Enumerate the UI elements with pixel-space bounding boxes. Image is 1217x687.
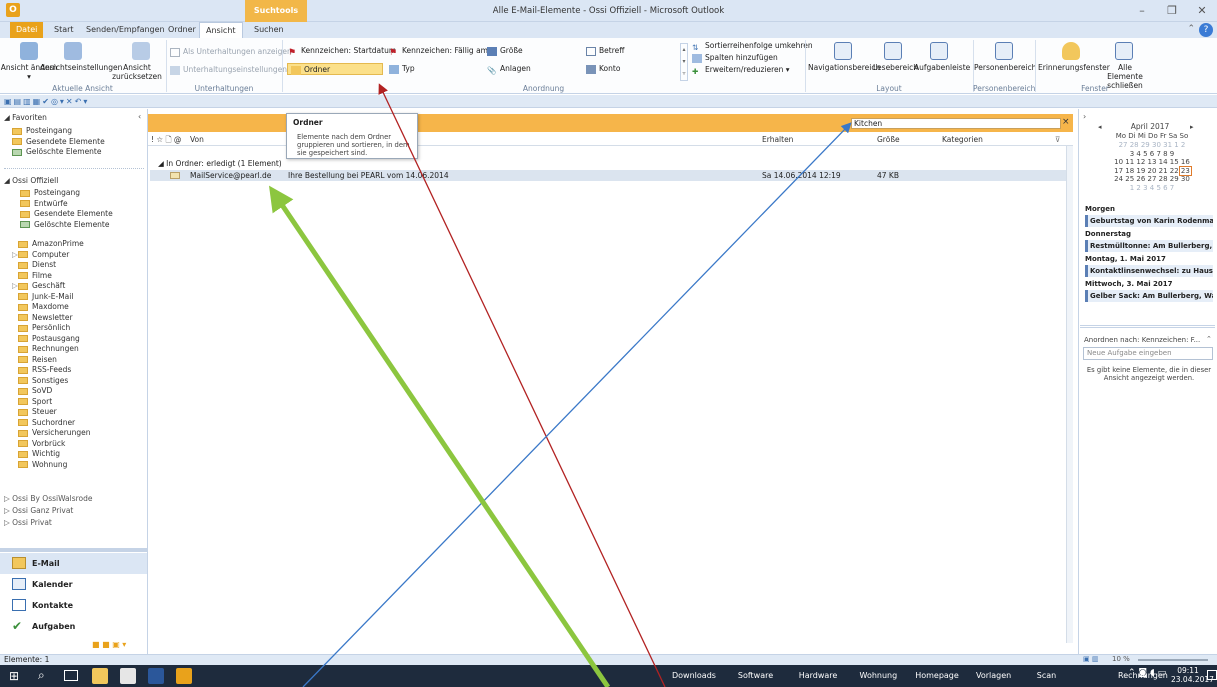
green-annotation-arrow [268,185,611,687]
annotation-arrows [268,83,852,687]
blue-annotation-arrow [302,122,852,687]
red-annotation-arrow [378,83,666,687]
